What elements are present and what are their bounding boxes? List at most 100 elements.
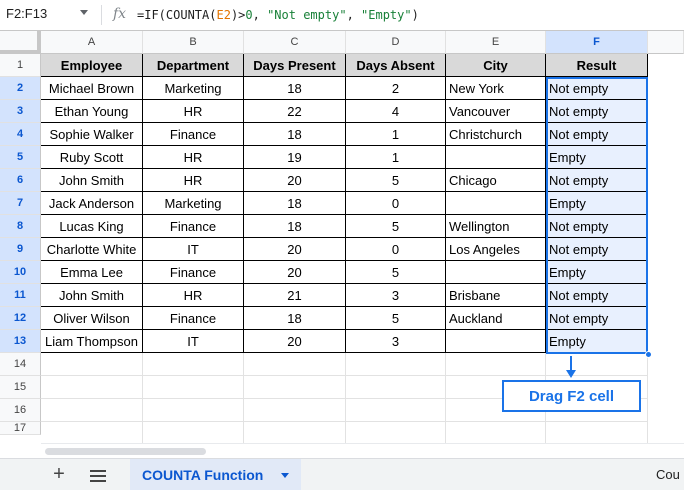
row-header-10[interactable]: 10: [0, 261, 41, 284]
fill-handle[interactable]: [645, 351, 652, 358]
name-box[interactable]: F2:F13: [6, 6, 47, 21]
table-cell[interactable]: 0: [346, 192, 446, 215]
row-header-8[interactable]: 8: [0, 215, 41, 238]
result-cell[interactable]: Not empty: [546, 123, 648, 146]
result-cell[interactable]: Not empty: [546, 238, 648, 261]
row-header-2[interactable]: 2: [0, 77, 41, 100]
result-cell[interactable]: Empty: [546, 146, 648, 169]
empty-cell[interactable]: [41, 422, 143, 445]
table-cell[interactable]: Finance: [143, 123, 244, 146]
empty-cell[interactable]: [446, 353, 546, 376]
empty-cell[interactable]: [244, 399, 346, 422]
table-cell[interactable]: 5: [346, 169, 446, 192]
table-cell[interactable]: Auckland: [446, 307, 546, 330]
row-header-3[interactable]: 3: [0, 100, 41, 123]
table-cell[interactable]: Lucas King: [41, 215, 143, 238]
row-header-14[interactable]: 14: [0, 353, 41, 376]
row-header-12[interactable]: 12: [0, 307, 41, 330]
result-cell[interactable]: Not empty: [546, 307, 648, 330]
empty-cell[interactable]: [143, 376, 244, 399]
table-cell[interactable]: Marketing: [143, 77, 244, 100]
table-cell[interactable]: Ethan Young: [41, 100, 143, 123]
row-header-11[interactable]: 11: [0, 284, 41, 307]
all-sheets-menu-icon[interactable]: [90, 470, 106, 482]
empty-cell[interactable]: [41, 353, 143, 376]
scrollbar-thumb[interactable]: [45, 448, 206, 455]
table-cell[interactable]: Christchurch: [446, 123, 546, 146]
add-sheet-icon[interactable]: +: [49, 463, 69, 485]
table-cell[interactable]: HR: [143, 100, 244, 123]
table-cell[interactable]: Charlotte White: [41, 238, 143, 261]
table-header-cell[interactable]: Employee: [41, 54, 143, 77]
table-cell[interactable]: 4: [346, 100, 446, 123]
table-cell[interactable]: HR: [143, 169, 244, 192]
row-header-17[interactable]: 17: [0, 422, 41, 435]
caret-down-icon[interactable]: [80, 10, 88, 15]
table-cell[interactable]: 18: [244, 123, 346, 146]
empty-cell[interactable]: [41, 376, 143, 399]
table-cell[interactable]: 18: [244, 307, 346, 330]
table-cell[interactable]: Vancouver: [446, 100, 546, 123]
table-cell[interactable]: 5: [346, 307, 446, 330]
table-cell[interactable]: 22: [244, 100, 346, 123]
tab-caret-icon[interactable]: [281, 473, 289, 478]
table-cell[interactable]: Finance: [143, 215, 244, 238]
table-cell[interactable]: Emma Lee: [41, 261, 143, 284]
row-header-5[interactable]: 5: [0, 146, 41, 169]
empty-cell[interactable]: [346, 422, 446, 445]
table-cell[interactable]: 20: [244, 238, 346, 261]
horizontal-scrollbar[interactable]: [41, 443, 684, 457]
row-header-4[interactable]: 4: [0, 123, 41, 146]
table-cell[interactable]: 5: [346, 261, 446, 284]
table-cell[interactable]: HR: [143, 146, 244, 169]
row-header-15[interactable]: 15: [0, 376, 41, 399]
table-cell[interactable]: Liam Thompson: [41, 330, 143, 353]
table-cell[interactable]: Finance: [143, 307, 244, 330]
result-cell[interactable]: Not empty: [546, 169, 648, 192]
table-header-cell[interactable]: Days Absent: [346, 54, 446, 77]
table-cell[interactable]: Sophie Walker: [41, 123, 143, 146]
column-header-d[interactable]: D: [346, 31, 446, 54]
table-cell[interactable]: 1: [346, 146, 446, 169]
row-header-9[interactable]: 9: [0, 238, 41, 261]
table-cell[interactable]: [446, 146, 546, 169]
formula-input[interactable]: =IF(COUNTA(E2)>0, "Not empty", "Empty"): [137, 8, 419, 22]
result-cell[interactable]: Empty: [546, 330, 648, 353]
table-cell[interactable]: 0: [346, 238, 446, 261]
table-header-cell[interactable]: Department: [143, 54, 244, 77]
row-header-1[interactable]: 1: [0, 54, 41, 77]
select-all-corner[interactable]: [0, 31, 41, 54]
table-cell[interactable]: Finance: [143, 261, 244, 284]
table-header-cell[interactable]: Result: [546, 54, 648, 77]
result-cell[interactable]: Empty: [546, 261, 648, 284]
table-cell[interactable]: 3: [346, 330, 446, 353]
table-cell[interactable]: Oliver Wilson: [41, 307, 143, 330]
table-cell[interactable]: 19: [244, 146, 346, 169]
table-cell[interactable]: Marketing: [143, 192, 244, 215]
column-header-b[interactable]: B: [143, 31, 244, 54]
empty-cell[interactable]: [446, 422, 546, 445]
table-header-cell[interactable]: City: [446, 54, 546, 77]
sheet-tab-next[interactable]: Cou: [656, 467, 680, 482]
empty-cell[interactable]: [244, 376, 346, 399]
table-cell[interactable]: Brisbane: [446, 284, 546, 307]
table-cell[interactable]: Los Angeles: [446, 238, 546, 261]
result-cell[interactable]: Not empty: [546, 100, 648, 123]
table-cell[interactable]: [446, 330, 546, 353]
column-header-e[interactable]: E: [446, 31, 546, 54]
empty-cell[interactable]: [143, 353, 244, 376]
result-cell[interactable]: Not empty: [546, 215, 648, 238]
table-cell[interactable]: Ruby Scott: [41, 146, 143, 169]
table-cell[interactable]: 20: [244, 330, 346, 353]
table-cell[interactable]: John Smith: [41, 284, 143, 307]
result-cell[interactable]: Not empty: [546, 284, 648, 307]
sheet-tab-counta-function[interactable]: COUNTA Function: [130, 459, 301, 490]
empty-cell[interactable]: [143, 399, 244, 422]
empty-cell[interactable]: [546, 353, 648, 376]
row-header-6[interactable]: 6: [0, 169, 41, 192]
table-cell[interactable]: 1: [346, 123, 446, 146]
table-cell[interactable]: 20: [244, 169, 346, 192]
empty-cell[interactable]: [41, 399, 143, 422]
empty-cell[interactable]: [346, 376, 446, 399]
table-cell[interactable]: Jack Anderson: [41, 192, 143, 215]
